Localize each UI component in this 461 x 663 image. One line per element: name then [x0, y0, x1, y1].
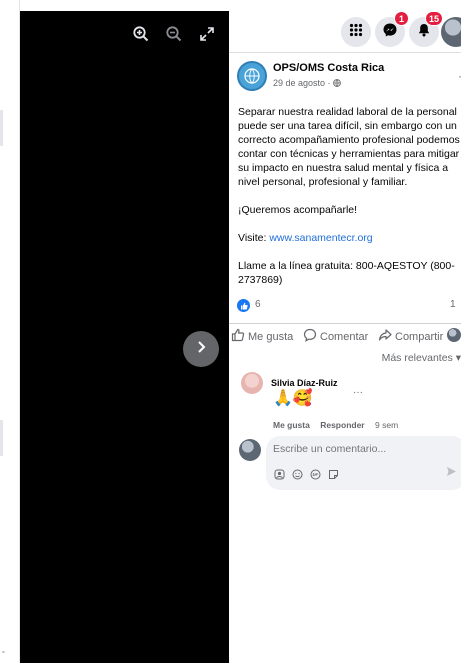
avatar-icon [447, 328, 461, 342]
next-photo-button[interactable] [183, 331, 219, 367]
post-line: contar con técnicas y herramientas para … [238, 148, 460, 160]
reaction-avatar-selector[interactable] [447, 328, 461, 342]
like-label: Me gusta [248, 330, 294, 343]
comment-sort-dropdown[interactable]: Más relevantes ▾ [382, 352, 461, 364]
post-invite: ¡Queremos acompañarle! [238, 204, 358, 216]
comment-time[interactable]: 9 sem [375, 420, 398, 430]
menu-button[interactable] [341, 17, 371, 47]
comment-input[interactable] [273, 443, 453, 455]
website-link[interactable]: www.sanamentecr.org [269, 232, 372, 244]
send-icon[interactable] [446, 466, 457, 480]
comment-composer[interactable] [266, 436, 461, 490]
background-edge-mark [0, 420, 3, 456]
post-call-line: Llame a la línea gratuita: 800-AQESTOY (… [238, 259, 461, 287]
post-line: Separar nuestra realidad laboral de la p… [238, 106, 457, 118]
grid-menu-icon [349, 23, 363, 42]
like-reaction-icon [237, 299, 250, 312]
commenter-avatar[interactable] [241, 372, 263, 394]
call-line: Llame a la línea gratuita: 800-AQESTOY (… [238, 260, 455, 272]
background-edge-mark [0, 110, 3, 146]
messenger-badge: 1 [394, 11, 409, 26]
avatar-sticker-icon[interactable] [274, 467, 285, 480]
left-background-strip [0, 0, 20, 663]
share-button[interactable]: Compartir [378, 328, 443, 345]
emoji-icon[interactable] [292, 467, 303, 480]
post-side-panel: 1 15 OPS/OMS Costa Rica 29 de agosto · S… [229, 11, 461, 663]
messenger-button[interactable]: 1 [375, 11, 409, 47]
notifications-button[interactable]: 15 [409, 11, 443, 47]
top-navigation-bar: 1 15 [229, 11, 461, 53]
comment-like-button[interactable]: Me gusta [273, 420, 310, 430]
commenter-name[interactable]: Silvia Díaz-Ruiz [271, 378, 338, 388]
share-arrow-icon [378, 328, 392, 345]
post-actions-bar: Me gusta Comentar Compartir [229, 323, 461, 345]
post-header: OPS/OMS Costa Rica 29 de agosto · ··· [237, 61, 461, 95]
my-avatar [239, 439, 261, 461]
post-paragraph: Separar nuestra realidad laboral de la p… [238, 105, 461, 189]
page-name-link[interactable]: OPS/OMS Costa Rica [273, 62, 384, 74]
post-text: Separar nuestra realidad laboral de la p… [238, 105, 461, 301]
post-line: puede ser una tarea difícil, sin embargo… [238, 120, 457, 132]
share-label: Compartir [395, 330, 444, 343]
composer-tools [274, 467, 339, 480]
like-button[interactable]: Me gusta [231, 328, 293, 345]
gif-icon[interactable] [310, 467, 321, 480]
thumbs-up-icon [231, 328, 245, 345]
post-line: correcto acompañamiento profesional pode… [238, 134, 460, 146]
page-avatar[interactable] [237, 61, 267, 91]
globe-icon [333, 78, 341, 88]
zoom-in-icon[interactable] [132, 25, 152, 45]
visit-label: Visite: [238, 232, 270, 244]
post-line: su impacto en nuestra salud mental y fís… [238, 162, 449, 174]
comment-count[interactable]: 1 [450, 299, 456, 310]
messenger-icon [382, 22, 398, 43]
comment-label: Comentar [320, 330, 369, 343]
edge-artifact: ° [2, 651, 5, 658]
call-line: 2737869) [238, 274, 283, 286]
photo-viewer-page: ° 1 15 OPS/OMS Costa Rica 29 de agosto ·… [0, 0, 461, 663]
comment-bubble-icon [303, 328, 317, 345]
comment-content: 🙏🥰 [273, 390, 313, 407]
zoom-out-icon[interactable] [165, 25, 185, 45]
account-avatar[interactable] [441, 17, 461, 47]
chevron-down-icon: ▾ [455, 352, 461, 364]
fullscreen-icon[interactable] [198, 25, 218, 45]
notifications-badge: 15 [424, 11, 443, 26]
comment-actions: Me gusta Responder 9 sem [273, 420, 398, 430]
sort-label: Más relevantes [381, 352, 453, 364]
post-date-text: 29 de agosto · [273, 78, 334, 88]
like-count[interactable]: 6 [255, 299, 261, 310]
comment-reply-button[interactable]: Responder [320, 420, 364, 430]
reactions-summary[interactable]: 6 1 [237, 299, 461, 313]
post-line: nivel personal, profesional y familiar. [238, 176, 408, 188]
post-visit-line: Visite: www.sanamentecr.org [238, 231, 461, 245]
comment-button[interactable]: Comentar [303, 328, 368, 345]
post-date[interactable]: 29 de agosto · [273, 78, 341, 88]
comment-options-button[interactable]: ··· [353, 387, 363, 398]
sticker-icon[interactable] [328, 467, 339, 479]
media-viewer[interactable] [20, 11, 229, 663]
chevron-right-icon [194, 340, 208, 359]
